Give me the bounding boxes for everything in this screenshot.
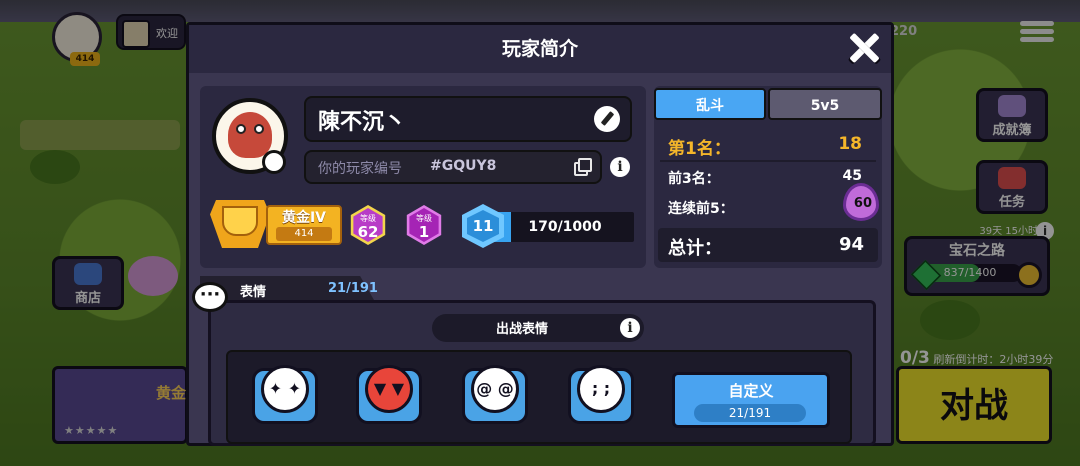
avatar-eye — [236, 124, 246, 134]
edit-name-icon[interactable] — [594, 106, 620, 132]
streak-label: 连续前5： — [668, 201, 734, 217]
total-label: 总计： — [668, 238, 722, 259]
player-name: 陳不沉丶 — [318, 110, 407, 135]
emote-slot[interactable]: @ @ — [462, 365, 528, 424]
customize-label: 自定义 — [728, 382, 774, 400]
starry-eyes-emote-icon: ✦ ✦ — [261, 365, 309, 413]
emote-slot[interactable]: ▼ ▼ — [356, 365, 422, 424]
chat-bubble-icon: ··· — [192, 282, 228, 312]
modal-title: 玩家简介 — [501, 38, 578, 60]
avatar-edit-icon[interactable] — [262, 150, 286, 174]
avatar-eye — [254, 124, 264, 134]
info-icon[interactable]: i — [620, 318, 640, 338]
info-icon[interactable]: i — [610, 157, 630, 177]
level-badge-gold-inner: 等级 62 — [353, 208, 383, 242]
badge-value: 1 — [418, 223, 430, 241]
top3-label: 前3名： — [668, 171, 720, 187]
stats-divider — [660, 160, 876, 162]
total-value: 94 — [838, 234, 864, 255]
angry-emote-icon: ▼ ▼ — [365, 365, 413, 413]
first-place-value: 18 — [838, 134, 862, 154]
top3-value: 45 — [842, 168, 862, 184]
trophy-icon — [222, 206, 258, 236]
customize-count: 21/191 — [694, 404, 806, 422]
streak-value: 60 — [853, 196, 872, 211]
emotes-title: 表情 — [240, 285, 267, 300]
emotes-count: 21/191 — [328, 281, 378, 296]
copy-icon[interactable] — [574, 158, 592, 176]
emote-slot[interactable]: ; ; — [568, 365, 634, 424]
xp-progress-text: 170/1000 — [528, 219, 602, 235]
rank-name: 黄金IV — [281, 210, 327, 226]
player-id-value: #GQUY8 — [430, 158, 497, 174]
rank-trophies: 414 — [276, 227, 332, 241]
emote-slot[interactable]: ✦ ✦ — [252, 365, 318, 424]
player-id-label: 你的玩家编号 — [318, 161, 402, 177]
crying-emote-icon: ; ; — [577, 365, 625, 413]
close-icon[interactable] — [846, 30, 882, 66]
level-badge-purple-inner: 等级 1 — [409, 208, 439, 242]
badge-value: 62 — [357, 223, 379, 241]
dizzy-emote-icon: @ @ — [471, 365, 519, 413]
tab-5v5[interactable]: 5v5 — [768, 88, 882, 120]
tab-brawl[interactable]: 乱斗 — [654, 88, 766, 120]
avatar-character-icon — [228, 112, 272, 158]
equipped-emotes-title: 出战表情 — [495, 322, 548, 337]
first-place-label: 第1名： — [668, 139, 731, 159]
